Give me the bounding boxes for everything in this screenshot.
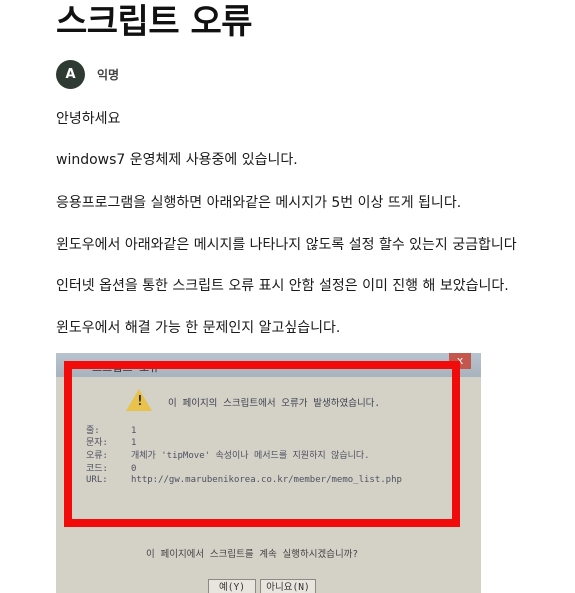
author: A 익명 [56,60,119,89]
no-button: 아니요(N) [260,579,316,593]
paragraph: 윈도우에서 아래와같은 메시지를 나타나지 않도록 설정 할수 있는지 궁금합니… [56,237,517,253]
page-title: 스크립트 오류 [56,2,253,42]
paragraph: 윈도우에서 해결 가능 한 문제인지 알고싶습니다. [56,320,341,336]
error-dialog-photo: 스크립트 오류 x ! 이 페이지의 스크립트에서 오류가 발생하였습니다. 줄… [56,353,481,593]
paragraph: 응용프로그램을 실행하면 아래와같은 메시지가 5번 이상 뜨게 됩니다. [56,195,462,211]
paragraph: windows7 운영체제 사용중에 있습니다. [56,152,298,168]
dialog-question: 이 페이지에서 스크립트를 계속 실행하시겠습니까? [146,549,359,560]
red-highlight-box [64,361,460,527]
paragraph: 인터넷 옵션을 통한 스크립트 오류 표시 안함 설정은 이미 진행 해 보았습… [56,278,509,294]
avatar[interactable]: A [56,60,85,89]
author-name[interactable]: 익명 [97,66,119,83]
paragraph: 안녕하세요 [56,111,121,127]
yes-button: 예(Y) [208,579,256,593]
